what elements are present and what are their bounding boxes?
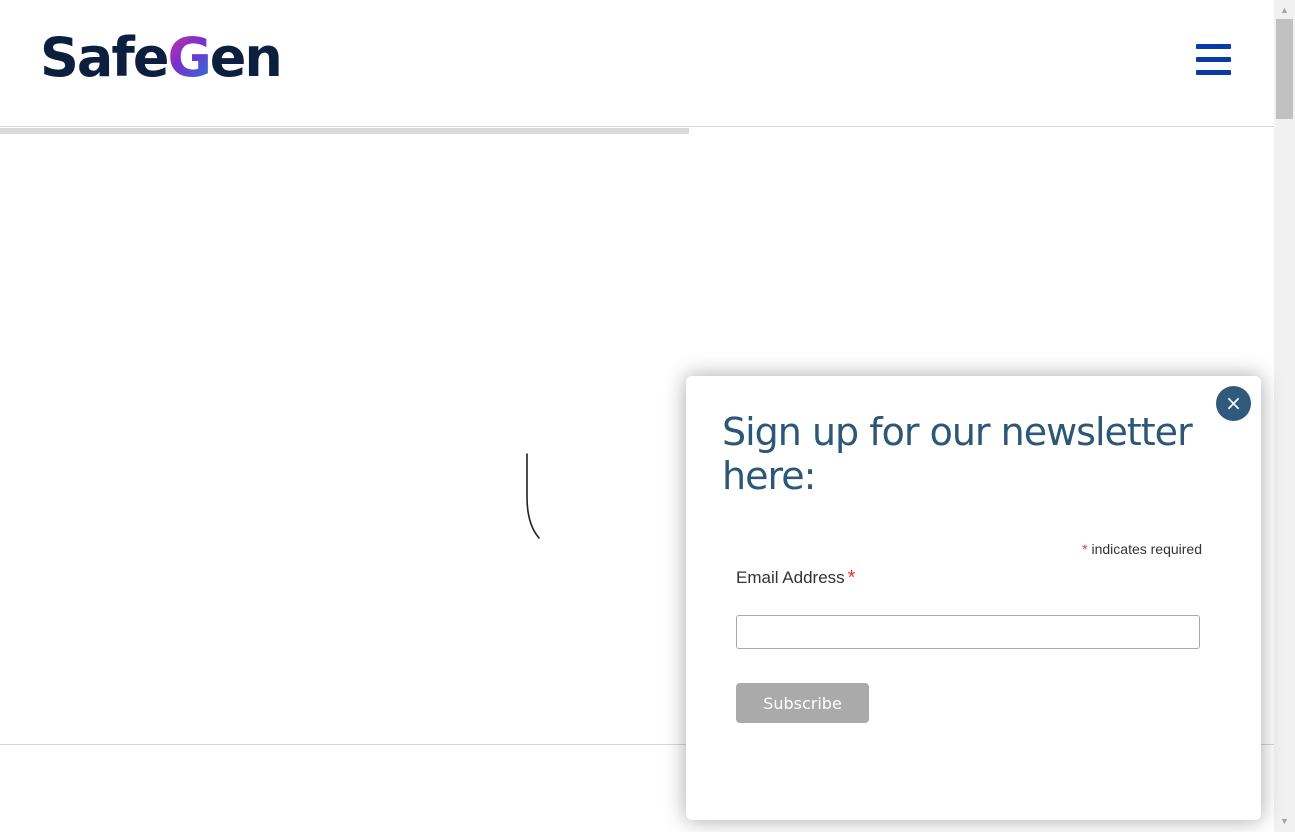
email-label-text: Email Address xyxy=(736,568,845,587)
menu-bar-top xyxy=(1196,44,1231,49)
modal-title: Sign up for our newsletter here: xyxy=(722,410,1193,498)
scroll-up-arrow-icon[interactable]: ▲ xyxy=(1274,2,1295,19)
loading-progress-bar xyxy=(0,128,689,134)
scrollbar-thumb[interactable] xyxy=(1276,19,1293,119)
subscribe-button[interactable]: Subscribe xyxy=(736,683,869,723)
email-field[interactable] xyxy=(736,615,1200,649)
email-required-asterisk: * xyxy=(847,567,856,589)
newsletter-signup-modal: × Sign up for our newsletter here: * ind… xyxy=(686,376,1261,820)
menu-bar-bottom xyxy=(1196,70,1231,75)
hamburger-menu-icon[interactable] xyxy=(1196,44,1232,76)
logo-text-safe: Safe xyxy=(40,26,169,89)
scroll-down-arrow-icon[interactable]: ▼ xyxy=(1274,813,1295,830)
logo-g-mark: G xyxy=(167,26,211,89)
email-label: Email Address * xyxy=(736,567,855,590)
required-indicator-note: * indicates required xyxy=(1082,541,1202,557)
required-asterisk: * xyxy=(1082,541,1088,557)
menu-bar-middle xyxy=(1196,57,1231,62)
logo-text-en: en xyxy=(209,26,283,89)
loading-spinner-icon xyxy=(500,452,550,547)
safegen-logo[interactable]: SafeGen xyxy=(40,22,283,94)
vertical-scrollbar[interactable]: ▲ ▼ xyxy=(1274,0,1295,832)
site-header: SafeGen xyxy=(0,0,1274,127)
close-icon[interactable]: × xyxy=(1216,386,1251,421)
required-note-text: indicates required xyxy=(1091,541,1202,557)
